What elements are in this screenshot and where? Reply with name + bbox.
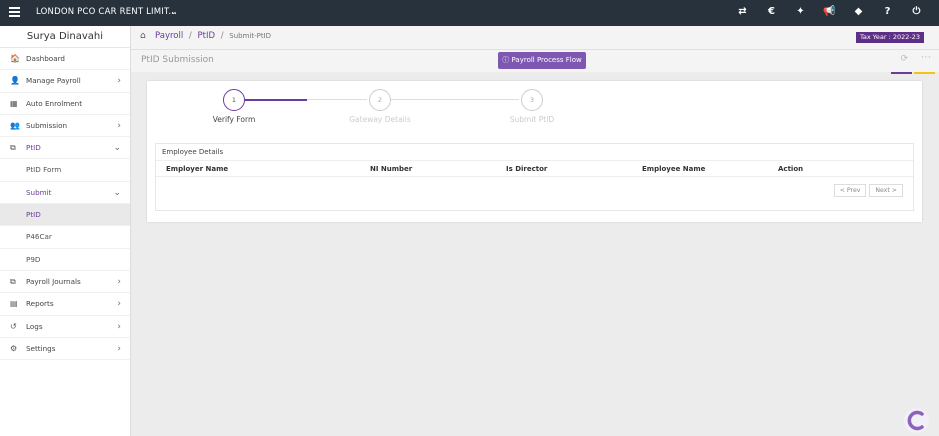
pagination: < Prev Next > [833,184,903,197]
user-icon: 👤 [10,76,20,86]
step-number: 2 [369,89,391,111]
sidebar-item-label: Payroll Journals [26,276,81,286]
report-icon: ▤ [10,299,18,309]
sidebar-item-label: Reports [26,299,54,309]
sidebar-item-label: P46Car [26,232,52,242]
chevron-down-icon: ⌄ [113,187,121,198]
users-icon[interactable]: ✦ [786,6,815,17]
submission-card: 1 Verify Form 2 Gateway Details 3 Submit… [147,81,922,222]
sidebar-item-dashboard[interactable]: 🏠 Dashboard [0,48,130,71]
accent-underline-yellow [914,72,935,74]
user-name: Surya Dinavahi [0,26,130,48]
table-header: Employer Name NI Number Is Director Empl… [156,161,913,177]
step-verify-form[interactable]: 1 Verify Form [199,89,269,124]
sidebar-item-label: Submission [26,120,68,130]
tax-year-badge: Tax Year : 2022-23 [855,32,924,43]
sidebar-item-ptid[interactable]: ⧉ PtID ⌄ [0,137,130,160]
copy-icon: ⧉ [10,276,16,286]
column-header: Employer Name [166,165,229,173]
sidebar-item-payroll-journals[interactable]: ⧉ Payroll Journals › [0,271,130,294]
sidebar-item-label: P9D [26,254,41,264]
info-icon: ⓘ [502,56,512,64]
sidebar-item-label: Submit [26,187,52,197]
home-icon: 🏠 [10,54,20,63]
sidebar-item-submit[interactable]: Submit ⌄ [0,181,130,205]
step-label: Submit PtID [509,115,555,124]
sidebar-item-label: Settings [26,343,56,353]
power-icon[interactable]: ⏻ [902,6,931,17]
sidebar-item-settings[interactable]: ⚙ Settings › [0,338,130,361]
sidebar-item-label: PtID [26,210,41,220]
sidebar: Surya Dinavahi 🏠 Dashboard 👤 Manage Payr… [0,26,131,436]
history-icon: ↺ [10,321,17,331]
sidebar-item-label: Auto Enrolment [26,98,83,108]
column-header: Is Director [506,165,548,173]
refresh-icon[interactable]: ⟳ [900,54,908,64]
breadcrumb-ptid[interactable]: PtID [198,31,216,41]
breadcrumb-current: Submit-PtID [229,32,272,40]
gear-icon: ⚙ [10,343,18,353]
step-number: 3 [521,89,543,111]
column-header: NI Number [370,165,413,173]
copy-icon: ⧉ [10,143,16,153]
payroll-process-flow-button[interactable]: ⓘ Payroll Process Flow [498,52,586,69]
step-number: 1 [223,89,245,111]
step-submit-ptid[interactable]: 3 Submit PtID [497,89,567,124]
page-title-bar: PtID Submission ⓘ Payroll Process Flow ⟳… [131,50,939,72]
company-selector[interactable]: LONDON PCO CAR RENT LIMIT... [36,7,177,17]
more-icon[interactable]: ⋯ [921,52,931,63]
sidebar-item-reports[interactable]: ▤ Reports › [0,293,130,316]
transfer-icon[interactable]: ⇄ [728,6,757,17]
breadcrumb-separator: / [188,31,192,41]
sidebar-item-label: PtID [26,143,41,153]
flow-button-label: Payroll Process Flow [511,56,582,64]
sidebar-item-manage-payroll[interactable]: 👤 Manage Payroll › [0,70,130,93]
chevron-right-icon: › [117,120,121,131]
sidebar-item-label: Logs [26,321,43,331]
announcement-icon[interactable]: 📢 [815,6,844,17]
chevron-down-icon: ⌄ [113,143,121,154]
sidebar-item-logs[interactable]: ↺ Logs › [0,316,130,338]
prev-button[interactable]: < Prev [833,184,867,197]
sidebar-item-ptid-form[interactable]: PtID Form [0,159,130,182]
topbar-icons: ⇄ € ✦ 📢 ◆ ? ⏻ [728,6,931,17]
tag-icon[interactable]: ◆ [844,6,873,17]
sidebar-item-submit-ptid[interactable]: PtID [0,204,130,227]
panel-heading: Employee Details [156,144,913,161]
step-gateway-details[interactable]: 2 Gateway Details [345,89,415,124]
top-bar: LONDON PCO CAR RENT LIMIT... ⌄ ⇄ € ✦ 📢 ◆… [0,0,939,26]
next-button[interactable]: Next > [869,184,903,197]
breadcrumb: ⌂ Payroll / PtID / Submit-PtID Tax Year … [131,26,939,50]
chevron-down-icon[interactable]: ⌄ [170,7,178,17]
accent-underline-purple [891,72,912,74]
sidebar-item-label: Dashboard [26,54,65,63]
group-icon: 👥 [10,120,20,130]
hamburger-menu-icon[interactable] [9,7,20,17]
home-icon[interactable]: ⌂ [140,31,146,41]
sidebar-item-p46car[interactable]: P46Car [0,226,130,249]
help-icon[interactable]: ? [873,6,902,17]
chevron-right-icon: › [117,76,121,87]
chevron-right-icon: › [117,276,121,287]
stepper: 1 Verify Form 2 Gateway Details 3 Submit… [147,81,922,139]
currency-icon[interactable]: € [757,6,786,17]
column-header: Action [778,165,804,173]
sidebar-item-label: PtID Form [26,165,62,175]
chevron-right-icon: › [117,343,121,354]
sidebar-item-p9d[interactable]: P9D [0,248,130,271]
column-header: Employee Name [642,165,706,173]
brand-chat-icon[interactable] [903,407,930,434]
sidebar-item-auto-enrolment[interactable]: ▦ Auto Enrolment [0,93,130,115]
step-label: Verify Form [212,115,256,124]
sidebar-item-label: Manage Payroll [26,76,81,86]
chevron-right-icon: › [117,321,121,332]
sidebar-item-submission[interactable]: 👥 Submission › [0,115,130,138]
chevron-right-icon: › [117,299,121,310]
employee-details-panel: Employee Details Employer Name NI Number… [155,143,914,211]
breadcrumb-payroll[interactable]: Payroll [155,31,183,41]
step-label: Gateway Details [349,115,411,124]
grid-icon: ▦ [10,98,18,108]
breadcrumb-separator: / [220,31,224,41]
page-title: PtID Submission [141,55,214,65]
